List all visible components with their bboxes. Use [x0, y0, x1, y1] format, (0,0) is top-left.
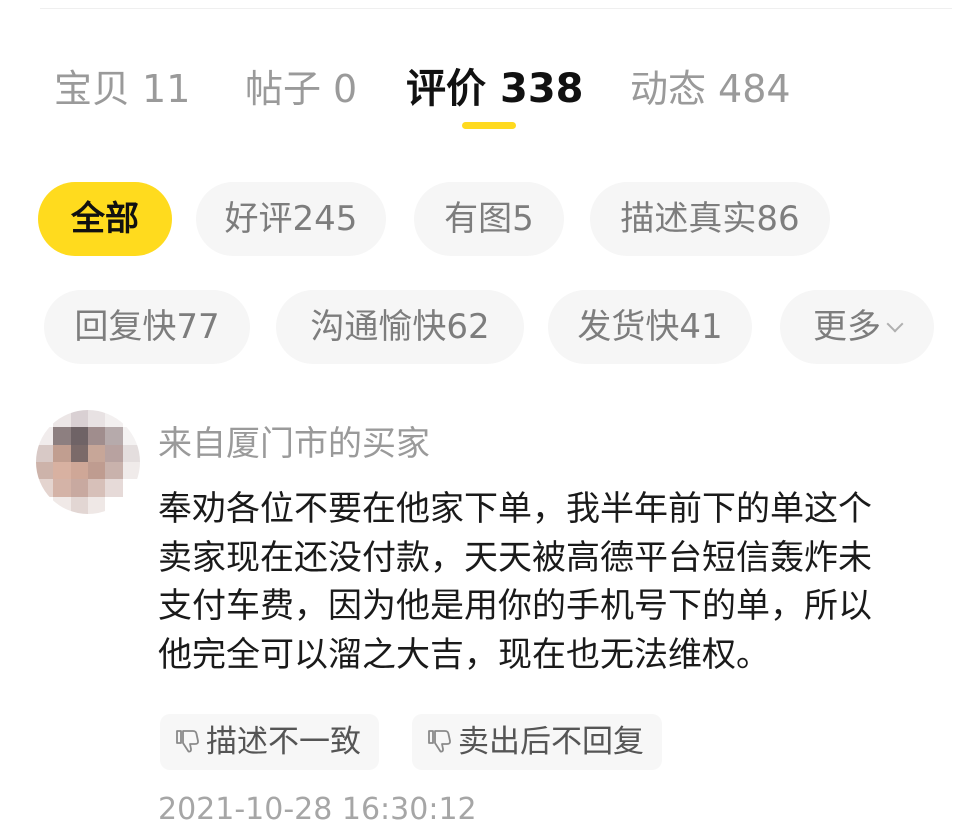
review-timestamp: 2021-10-28 16:30:12	[158, 792, 477, 827]
review-line: 奉劝各位不要在他家下单，我半年前下的单这个	[158, 489, 872, 529]
tag-label: 卖出后不回复	[458, 724, 644, 760]
tab-count: 338	[500, 66, 584, 112]
filter-chip-fast-reply[interactable]: 回复快77	[44, 290, 250, 364]
tab-activity[interactable]: 动态 484	[630, 64, 791, 114]
chevron-down-icon	[886, 315, 904, 333]
filter-chip-pleasant-communication[interactable]: 沟通愉快62	[276, 290, 524, 364]
filter-chip-accurate-description[interactable]: 描述真实86	[590, 182, 830, 256]
reviewer-name: 来自厦门市的买家	[158, 424, 430, 464]
filter-row-2: 回复快77 沟通愉快62 发货快41 更多	[0, 290, 972, 366]
review-line: 支付车费，因为他是用你的手机号下的单，所以	[158, 586, 872, 626]
avatar[interactable]	[36, 410, 140, 514]
thumbs-down-icon	[176, 729, 199, 752]
tab-label: 评价	[406, 66, 486, 112]
review-line: 卖家现在还没付款，天天被高德平台短信轰炸未	[158, 537, 872, 578]
tab-label: 动态	[630, 67, 707, 111]
review-content: 奉劝各位不要在他家下单，我半年前下的单这个 卖家现在还没付款，天天被高德平台短信…	[158, 485, 958, 679]
filter-chip-fast-shipping[interactable]: 发货快41	[548, 290, 752, 364]
more-label: 更多	[813, 307, 881, 347]
filter-row-1: 全部 好评245 有图5 描述真实86	[0, 182, 972, 258]
top-divider	[40, 8, 952, 9]
tab-count: 484	[718, 67, 791, 111]
tab-label: 帖子	[245, 67, 322, 111]
tag-label: 描述不一致	[206, 724, 361, 760]
review-line: 他完全可以溜之大吉，现在也无法维权。	[158, 634, 770, 675]
filter-chip-more[interactable]: 更多	[780, 290, 934, 364]
thumbs-down-icon	[428, 729, 451, 752]
review-tag-inaccurate-description: 描述不一致	[160, 714, 379, 770]
filter-chip-all[interactable]: 全部	[38, 182, 172, 256]
tab-label: 宝贝	[54, 67, 131, 111]
filter-chip-with-photos[interactable]: 有图5	[414, 182, 564, 256]
review-tag-no-reply-after-sale: 卖出后不回复	[412, 714, 662, 770]
tab-reviews[interactable]: 评价 338	[406, 64, 584, 114]
profile-tabs: 宝贝 11 帖子 0 评价 338 动态 484	[0, 64, 972, 144]
tab-items[interactable]: 宝贝 11	[54, 64, 190, 114]
active-tab-indicator	[462, 122, 516, 129]
tab-posts[interactable]: 帖子 0	[245, 64, 357, 114]
tab-count: 11	[142, 67, 191, 111]
filter-chip-positive[interactable]: 好评245	[196, 182, 386, 256]
tab-count: 0	[333, 67, 358, 111]
